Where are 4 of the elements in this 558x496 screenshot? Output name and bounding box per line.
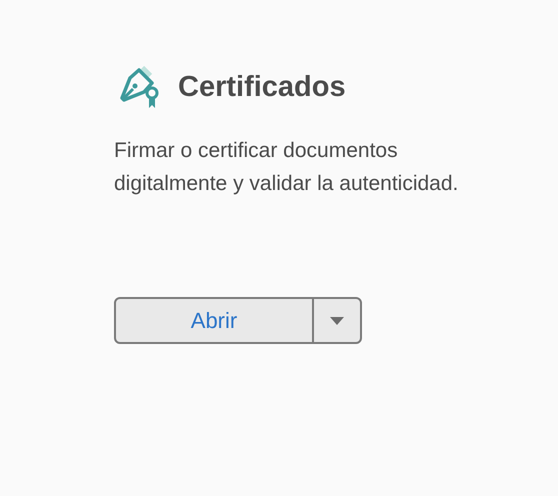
open-button[interactable]: Abrir [116, 299, 314, 342]
caret-icon [330, 316, 344, 324]
card-title: Certificados [178, 70, 346, 104]
card-description: Firmar o certificar documentos digitalmente y validar la autenticidad. [114, 138, 460, 197]
